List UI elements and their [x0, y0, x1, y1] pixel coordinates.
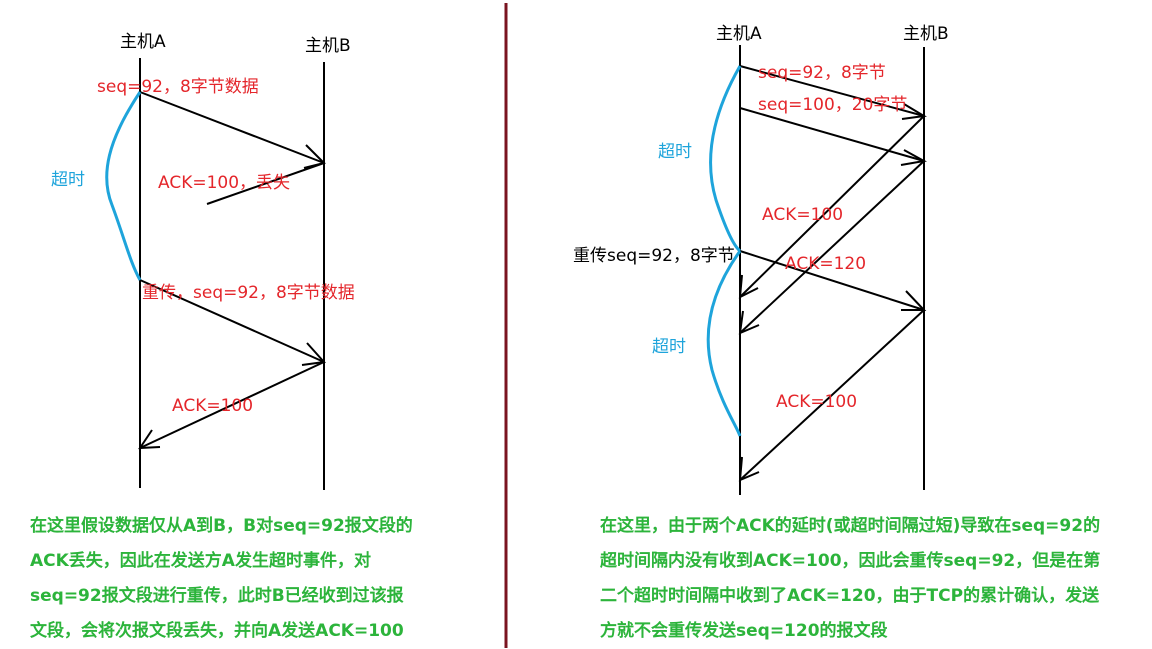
right-label-resend: 重传seq=92，8字节: [573, 246, 735, 266]
right-label-ack100: ACK=100: [762, 205, 843, 225]
right-arrow-ack120: [739, 160, 925, 334]
right-note-line: 方就不会重传发送seq=120的报文段: [600, 621, 888, 641]
right-host-b-label: 主机B: [903, 24, 949, 44]
right-note: 在这里，由于两个ACK的延时(或超时间隔过短)导致在seq=92的 超时间隔内没…: [600, 509, 1100, 649]
right-diagram: 主机A 主机B seq=92，8字节 seq=100，20字节 超时 ACK=1…: [573, 24, 949, 495]
left-label-timeout: 超时: [51, 170, 85, 190]
right-label-timeout1: 超时: [658, 142, 692, 162]
left-label-ack2: ACK=100: [172, 396, 253, 416]
left-note: 在这里假设数据仅从A到B，B对seq=92报文段的 ACK丢失，因此在发送方A发…: [30, 509, 413, 649]
right-host-a-label: 主机A: [716, 24, 762, 44]
right-timeout-curve-2: [706, 250, 742, 437]
left-note-line: seq=92报文段进行重传，此时B已经收到过该报: [30, 586, 404, 606]
left-label-ack-lost: ACK=100，丢失: [158, 173, 290, 193]
left-label-send1: seq=92，8字节数据: [97, 77, 259, 97]
left-note-line: 文段，会将次报文段丢失，并向A发送ACK=100: [30, 621, 404, 641]
left-host-a-label: 主机A: [120, 32, 166, 52]
right-label-ack100b: ACK=100: [776, 392, 857, 412]
left-host-b-label: 主机B: [305, 36, 351, 56]
left-note-line: ACK丢失，因此在发送方A发生超时事件，对: [30, 551, 371, 571]
right-label-send1: seq=92，8字节: [758, 63, 886, 83]
left-diagram: 主机A 主机B seq=92，8字节数据 ACK=100，丢失 超时 重传，se…: [51, 32, 355, 490]
left-note-line: 在这里假设数据仅从A到B，B对seq=92报文段的: [30, 516, 413, 536]
right-note-line: 二个超时时间隔中收到了ACK=120，由于TCP的累计确认，发送: [600, 586, 1100, 606]
right-timeout-curve-1: [709, 65, 742, 253]
right-label-ack120: ACK=120: [785, 254, 866, 274]
right-arrow-send2: [739, 107, 925, 162]
right-label-timeout2: 超时: [652, 337, 686, 357]
left-label-resend: 重传，seq=92，8字节数据: [142, 283, 355, 303]
left-timeout-curve: [105, 91, 142, 281]
right-label-send2: seq=100，20字节: [758, 95, 907, 115]
right-note-line: 超时间隔内没有收到ACK=100，因此会重传seq=92，但是在第: [600, 551, 1101, 571]
right-note-line: 在这里，由于两个ACK的延时(或超时间隔过短)导致在seq=92的: [600, 516, 1101, 536]
left-arrow-send1: [139, 91, 325, 164]
